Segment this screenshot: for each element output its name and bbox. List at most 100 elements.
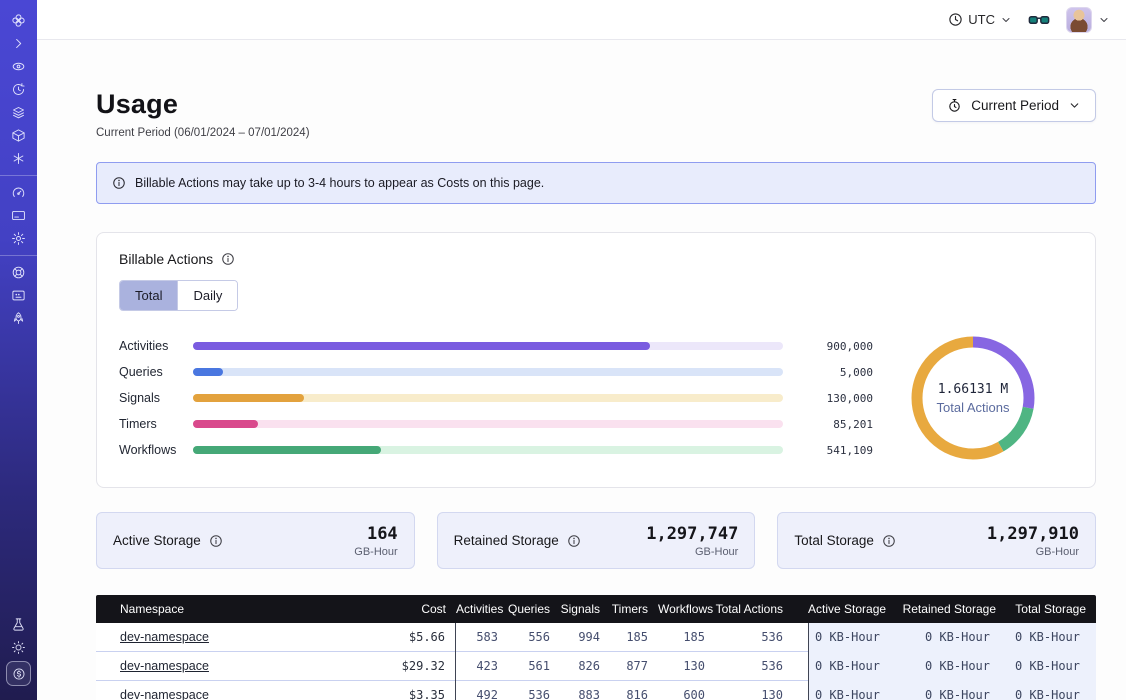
sidebar-item-settings[interactable] <box>0 227 37 250</box>
terminal-icon <box>11 288 26 303</box>
retained-storage-card: Retained Storage 1,297,747 GB-Hour <box>437 512 756 569</box>
bar-fill <box>193 420 258 428</box>
feedback-glasses-button[interactable] <box>1028 9 1050 31</box>
tab-daily[interactable]: Daily <box>177 281 237 310</box>
sidebar-item-usage[interactable] <box>0 181 37 204</box>
donut-total-label: Total Actions <box>937 400 1010 415</box>
cell-activities: 492 <box>456 681 508 700</box>
namespace-link[interactable]: dev-namespace <box>120 630 209 644</box>
cell-total-actions: 130 <box>715 681 793 700</box>
retained-storage-value: 1,297,747 <box>646 524 738 544</box>
flask-icon <box>11 617 26 632</box>
billable-view-tabs: Total Daily <box>119 280 238 311</box>
current-period-dropdown[interactable]: Current Period <box>932 89 1096 122</box>
cell-queries: 536 <box>508 681 560 700</box>
table-row: dev-namespace$5.665835569941851855360 KB… <box>96 623 1096 652</box>
cell-total-storage: 0 KB-Hour <box>1006 681 1096 700</box>
cell-active-storage: 0 KB-Hour <box>808 681 896 700</box>
chevron-right-icon <box>11 36 26 51</box>
namespace-link[interactable]: dev-namespace <box>120 688 209 700</box>
cell-queries: 561 <box>508 652 560 681</box>
cell-retained-storage: 0 KB-Hour <box>896 681 1006 700</box>
user-menu[interactable] <box>1066 7 1110 33</box>
usage-bar-row: Activities900,000 <box>119 333 873 359</box>
bar-fill <box>193 368 223 376</box>
column-header-queries: Queries <box>508 602 560 616</box>
sidebar-item-namespaces[interactable] <box>0 55 37 78</box>
bar-label: Workflows <box>119 443 183 457</box>
sidebar-item-docs[interactable] <box>0 284 37 307</box>
sidebar-item-actions[interactable] <box>0 147 37 170</box>
sidebar-item-layers[interactable] <box>0 101 37 124</box>
column-header-signals: Signals <box>560 602 610 616</box>
column-header-workflows: Workflows <box>658 602 715 616</box>
info-icon[interactable] <box>221 252 235 266</box>
sidebar-item-history[interactable] <box>0 78 37 101</box>
bar-track <box>193 368 783 376</box>
bar-fill <box>193 394 304 402</box>
bar-value: 5,000 <box>797 366 873 379</box>
bar-label: Signals <box>119 391 183 405</box>
bar-value: 85,201 <box>797 418 873 431</box>
timezone-label: UTC <box>968 12 995 27</box>
sidebar-item-billing[interactable] <box>0 204 37 227</box>
main-content: Usage Current Period (06/01/2024 – 07/01… <box>37 41 1126 700</box>
info-icon[interactable] <box>209 534 223 548</box>
row-spacer <box>793 623 808 652</box>
namespace-usage-table: NamespaceCostActivitiesQueriesSignalsTim… <box>96 595 1096 700</box>
gauge-icon <box>11 185 26 200</box>
cell-cost: $5.66 <box>376 623 456 652</box>
sidebar-item-theme-toggle[interactable] <box>0 636 37 659</box>
active-storage-card: Active Storage 164 GB-Hour <box>96 512 415 569</box>
cell-total-actions: 536 <box>715 623 793 652</box>
donut-total-value: 1.66131 M <box>937 382 1010 397</box>
bar-track <box>193 394 783 402</box>
namespace-cell: dev-namespace <box>96 681 376 700</box>
column-header-timers: Timers <box>610 602 658 616</box>
cell-timers: 816 <box>610 681 658 700</box>
cell-total-storage: 0 KB-Hour <box>1006 623 1096 652</box>
user-avatar <box>1066 7 1092 33</box>
bar-fill <box>193 446 381 454</box>
info-icon[interactable] <box>882 534 896 548</box>
page-header: Usage Current Period (06/01/2024 – 07/01… <box>96 89 1096 139</box>
column-header-retained-storage: Retained Storage <box>896 602 1006 616</box>
stopwatch-icon <box>947 98 962 113</box>
billable-actions-title: Billable Actions <box>119 251 213 267</box>
sidebar-temporal-logo[interactable] <box>0 9 37 32</box>
sidebar-item-credits[interactable] <box>6 661 31 686</box>
sidebar-item-labs[interactable] <box>0 613 37 636</box>
coin-dollar-icon <box>12 667 26 681</box>
cell-active-storage: 0 KB-Hour <box>808 623 896 652</box>
info-icon[interactable] <box>567 534 581 548</box>
usage-bar-row: Queries5,000 <box>119 359 873 385</box>
temporal-logo-icon <box>11 13 26 28</box>
cell-activities: 423 <box>456 652 508 681</box>
sidebar-item-getting-started[interactable] <box>0 307 37 330</box>
sidebar-item-support[interactable] <box>0 261 37 284</box>
cell-retained-storage: 0 KB-Hour <box>896 623 1006 652</box>
column-header-total-storage: Total Storage <box>1006 602 1096 616</box>
chevron-down-icon <box>1000 14 1012 26</box>
storage-summary-row: Active Storage 164 GB-Hour Retained Stor… <box>96 512 1096 569</box>
tab-total[interactable]: Total <box>120 281 177 310</box>
sidebar-expand-button[interactable] <box>0 32 37 55</box>
bar-value: 900,000 <box>797 340 873 353</box>
namespace-link[interactable]: dev-namespace <box>120 659 209 673</box>
usage-bar-row: Timers 85,201 <box>119 411 873 437</box>
table-body: dev-namespace$5.665835569941851855360 KB… <box>96 623 1096 700</box>
timezone-selector[interactable]: UTC <box>948 12 1012 27</box>
table-row: dev-namespace$29.324235618268771305360 K… <box>96 652 1096 681</box>
current-period-label: Current Period <box>971 98 1059 113</box>
cell-timers: 185 <box>610 623 658 652</box>
active-storage-value: 164 <box>354 524 397 544</box>
sidebar-item-deployments[interactable] <box>0 124 37 147</box>
total-actions-donut: 1.66131 M Total Actions <box>873 331 1073 465</box>
retained-storage-label: Retained Storage <box>454 533 559 548</box>
usage-bars: Activities900,000Queries5,000Signals130,… <box>119 333 873 463</box>
bar-label: Timers <box>119 417 183 431</box>
cell-workflows: 185 <box>658 623 715 652</box>
gear-icon <box>11 231 26 246</box>
rocket-icon <box>11 311 26 326</box>
top-bar: UTC <box>37 0 1126 40</box>
